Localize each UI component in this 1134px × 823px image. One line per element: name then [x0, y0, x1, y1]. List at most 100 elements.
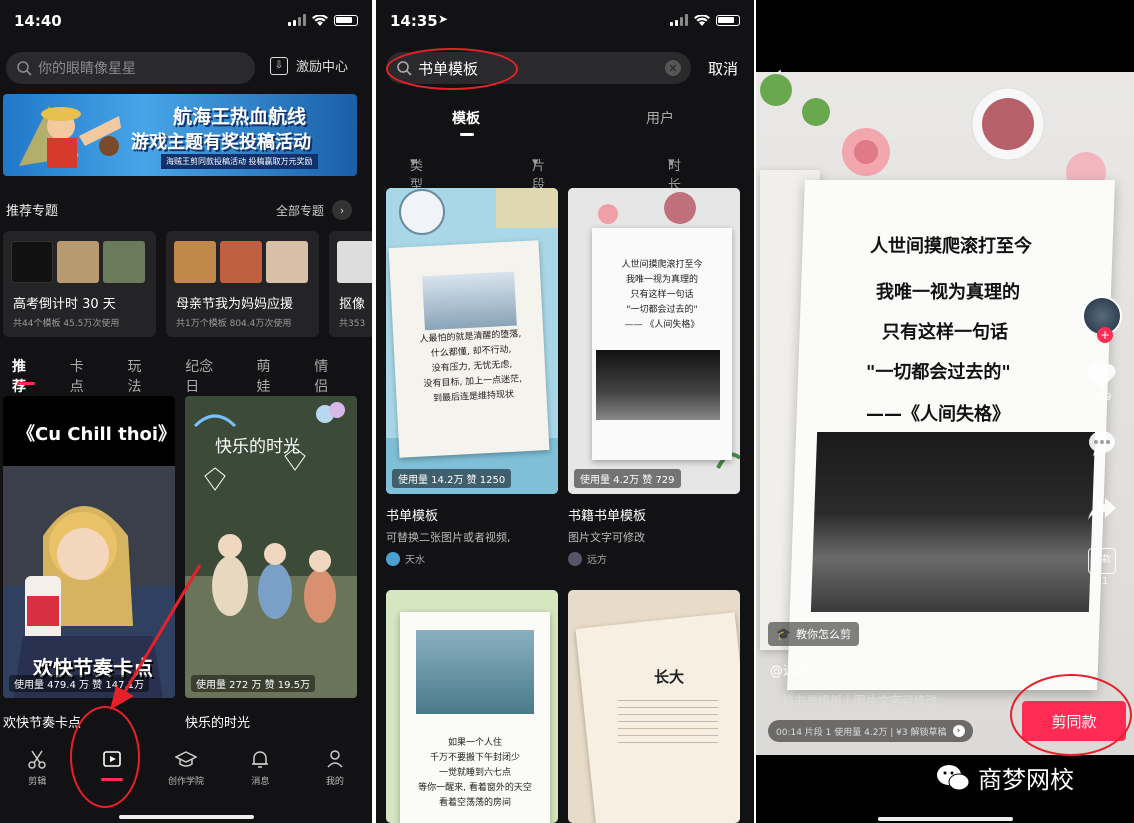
topic-subtitle: 共1万个模板 804.4万次使用 [176, 319, 292, 329]
template-info-bar[interactable]: 00:14 片段 1 使用量 4.2万 | ¥3 解锁草稿 › [768, 720, 973, 742]
status-time: 14:40 [14, 12, 62, 30]
wechat-icon [937, 764, 970, 790]
wifi-icon [694, 14, 710, 26]
book-line: 我唯一视为真理的 [876, 282, 1020, 303]
template-name: 书单模板 [386, 509, 439, 524]
topic-subtitle: 共353 [339, 319, 366, 329]
same-style-button[interactable]: 同款 11 [1088, 548, 1116, 587]
cancel-button[interactable]: 取消 [708, 58, 738, 79]
reward-center-button[interactable]: ⇩ 激励中心 [270, 56, 348, 75]
banner-character-illustration [19, 106, 121, 168]
gift-icon: ⇩ [270, 56, 288, 75]
tutorial-button[interactable]: 🎓 教你怎么剪 [768, 622, 859, 646]
topic-thumbnails [11, 241, 145, 283]
template-card[interactable]: 长大 [568, 590, 740, 823]
follow-icon[interactable]: + [1097, 327, 1113, 343]
search-results-screen: 14:35 ➤ 书单模板 ✕ 取消 模板 用户 类型 ▾ 片段数 ▾ 时长 ▾ [376, 0, 754, 823]
template-card[interactable]: 如果一个人住 千万不要搬下午封闭少 一觉就睡到六七点 等你一醒来, 看着窗外的天… [386, 590, 558, 823]
tab-edit[interactable]: 剪辑 [0, 740, 74, 800]
search-input[interactable]: 你的眼睛像星星 [6, 52, 255, 84]
page-photo [596, 350, 720, 420]
topic-subtitle: 共44个模板 45.5万次使用 [13, 319, 120, 329]
home-screen: 14:40 你的眼睛像星星 ⇩ 激励中心 航海王热血航线 游戏主题有奖投稿活动 … [0, 0, 372, 823]
status-bar: 14:40 [0, 0, 372, 40]
template-author[interactable]: 远方 [568, 551, 607, 566]
topic-thumbnails [337, 241, 372, 283]
tab-academy[interactable]: 创作学院 [149, 740, 223, 800]
annotation-circle [386, 48, 518, 90]
template-card[interactable]: 快乐的时光 使用量 272 万 赞 19.5万 [185, 396, 357, 698]
template-card[interactable]: 人世间摸爬滚打至今 我唯一视为真理的 只有这样一句话 "一切都会过去的" —— … [568, 188, 740, 494]
like-count: 729 [1092, 392, 1112, 403]
chevron-right-icon: › [332, 200, 353, 220]
battery-icon [334, 14, 358, 26]
tab-templates[interactable]: 模板 [452, 108, 480, 128]
template-desc: 可替换二张图片或者视频, [386, 531, 511, 544]
template-author[interactable]: 天水 [386, 551, 425, 566]
banner-line1: 航海王热血航线 [173, 106, 307, 128]
heart-icon [1088, 364, 1116, 388]
book-photo [810, 432, 1096, 612]
topic-card[interactable]: 高考倒计时 30 天 共44个模板 45.5万次使用 [3, 231, 156, 337]
filter-segments[interactable]: 片段数 ▾ [532, 155, 545, 212]
section-title: 推荐专题 [6, 204, 59, 219]
comment-count: 2 [1098, 459, 1106, 470]
person-icon [327, 750, 343, 768]
signal-icon [288, 14, 306, 26]
topic-title: 抠像 [339, 297, 366, 312]
tab-beat[interactable]: 卡点 [70, 356, 97, 396]
bell-icon [252, 751, 269, 768]
book-line: 人世间摸爬滚打至今 [870, 236, 1032, 257]
reward-center-label: 激励中心 [296, 60, 349, 75]
page-text: 人世间摸爬滚打至今 我唯一视为真理的 只有这样一句话 "一切都会过去的" —— … [621, 260, 703, 330]
action-sidebar: + 729 2 同款 11 [1080, 296, 1124, 587]
clear-icon[interactable]: ✕ [665, 60, 681, 76]
author-handle[interactable]: @远方 [770, 660, 809, 679]
tab-me[interactable]: 我的 [298, 740, 372, 800]
annotation-circle [70, 706, 140, 808]
search-icon [17, 61, 32, 76]
tab-play[interactable]: 玩法 [128, 356, 155, 396]
tab-label: 我的 [325, 777, 344, 787]
topic-card[interactable]: 母亲节我为妈妈应援 共1万个模板 804.4万次使用 [166, 231, 319, 337]
scissors-icon [28, 750, 46, 769]
tab-label: 消息 [251, 777, 270, 787]
tab-label: 剪辑 [28, 777, 47, 787]
page-photo [416, 630, 534, 714]
template-info: 00:14 片段 1 使用量 4.2万 | ¥3 解锁草稿 [776, 727, 947, 738]
tab-kids[interactable]: 萌娃 [256, 356, 283, 396]
author-avatar [568, 551, 582, 566]
topic-title: 高考倒计时 30 天 [13, 297, 116, 312]
search-placeholder: 你的眼睛像星星 [38, 61, 136, 77]
page-text-lines [618, 694, 718, 744]
book-line: ——《人间失格》 [866, 404, 1010, 425]
filter-duration[interactable]: 时长 ▾ [668, 155, 681, 193]
active-tab-indicator [460, 133, 474, 136]
tab-users[interactable]: 用户 [646, 108, 674, 128]
tab-anniversary[interactable]: 纪念日 [185, 356, 225, 396]
book-line: "一切都会过去的" [866, 362, 1011, 383]
template-title: 书籍书单模板 | 图片文字可修改 [770, 694, 938, 708]
filter-type[interactable]: 类型 ▾ [410, 155, 423, 193]
template-desc: 图片文字可修改 [568, 531, 645, 544]
topic-card[interactable]: 抠像 共353 [329, 231, 372, 337]
event-banner[interactable]: 航海王热血航线 游戏主题有奖投稿活动 海贼王剪同款投稿活动 投稿赢取万元奖励 [3, 94, 357, 176]
card-overlay-title: 快乐的时光 [215, 437, 300, 457]
tab-messages[interactable]: 消息 [223, 740, 297, 800]
bottom-tab-bar: 剪辑 创作学院 消息 我的 [0, 740, 372, 800]
tab-couple[interactable]: 情侣 [314, 356, 341, 396]
comment-button[interactable]: 2 [1087, 429, 1117, 470]
status-icons [670, 14, 740, 26]
topic-list: 高考倒计时 30 天 共44个模板 45.5万次使用 母亲节我为妈妈应援 共1万… [3, 231, 372, 337]
creator-avatar[interactable]: + [1082, 296, 1122, 343]
location-arrow-icon: ➤ [438, 12, 449, 26]
tab-recommend[interactable]: 推荐 [12, 356, 39, 396]
topic-thumbnails [174, 241, 308, 283]
share-button[interactable] [1087, 496, 1117, 522]
all-topics-link[interactable]: 全部专题 › [276, 200, 353, 220]
template-card[interactable]: 人最怕的就是清醒的堕落, 什么都懂, 却不行动, 没有压力, 无忧无虑, 没有目… [386, 188, 558, 494]
annotation-arrow [110, 564, 202, 710]
template-name: 书籍书单模板 [568, 509, 647, 524]
category-tabs: 推荐 卡点 玩法 纪念日 萌娃 情侣 [12, 356, 372, 396]
like-button[interactable]: 729 [1087, 362, 1117, 403]
